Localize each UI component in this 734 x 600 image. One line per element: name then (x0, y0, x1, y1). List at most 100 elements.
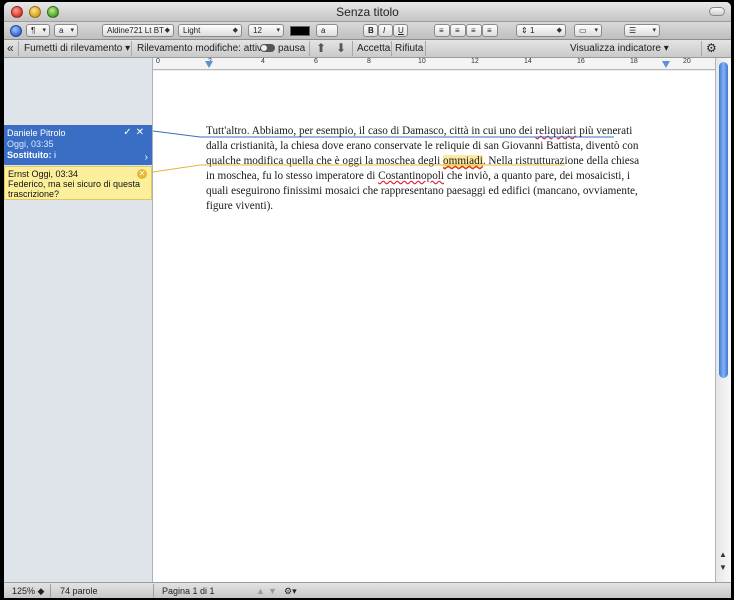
change-value: i (54, 150, 57, 160)
toolbar-divider (131, 41, 132, 56)
comment-author-time: Ernst Oggi, 03:34 (8, 169, 79, 179)
word-count[interactable]: 74 parole (60, 586, 98, 596)
change-time: Oggi, 03:35 (7, 139, 54, 149)
bullet-list-icon: ☰ (629, 26, 637, 35)
underline-button[interactable]: U (393, 24, 408, 37)
font-family-value: Aldine721 Lt BT (107, 26, 164, 35)
page-info: Pagina 1 di 1 (162, 586, 215, 596)
next-change-icon[interactable]: ⬇ (336, 41, 346, 55)
change-detail: Sostituito: i (7, 150, 149, 161)
word-window: Senza titolo ¶ ▾ a ▾ Aldine721 Lt BT ◆ Ligh… (4, 2, 731, 598)
balloons-menu[interactable]: Fumetti di rilevamento ▾ (24, 43, 130, 54)
accept-button[interactable]: Accetta (357, 43, 390, 54)
chevron-down-icon: ▾ (42, 27, 46, 34)
comment-balloon[interactable]: Ernst Oggi, 03:34 Federico, ma sei sicur… (4, 166, 152, 200)
text-color-swatch[interactable] (290, 26, 310, 36)
font-weight-select[interactable]: Light ◆ (178, 24, 242, 37)
scroll-down-icon[interactable]: ▼ (719, 563, 727, 572)
underline-label: U (398, 26, 404, 35)
justify-icon: ≡ (487, 26, 492, 35)
italic-button[interactable]: I (378, 24, 393, 37)
horizontal-ruler[interactable]: 0 2 4 6 8 10 12 14 16 18 20 (153, 58, 715, 70)
formatting-toolbar: ¶ ▾ a ▾ Aldine721 Lt BT ◆ Light ◆ 12 ▾ a B I … (4, 22, 731, 40)
show-markup-menu[interactable]: Visualizza indicatore ▾ (570, 43, 669, 54)
align-left-icon: ≡ (439, 26, 444, 35)
font-size-select[interactable]: 12 ▾ (248, 24, 284, 37)
page-next-icon[interactable]: ▼ (268, 586, 277, 596)
change-balloon[interactable]: Daniele Pitrolo Oggi, 03:35 Sostituito: … (4, 125, 152, 165)
ruler-label: 8 (367, 58, 371, 65)
align-left-button[interactable]: ≡ (434, 24, 450, 37)
bold-button[interactable]: B (363, 24, 378, 37)
comment-text: Federico, ma sei sicuro di questa trascr… (8, 179, 141, 199)
page-prev-icon[interactable]: ▲ (256, 586, 265, 596)
text-run: Tutt'altro. Abbiamo, per esempio, il cas… (206, 125, 536, 137)
page-nav-gear-icon[interactable]: ⚙▾ (284, 586, 297, 597)
status-divider (153, 584, 154, 598)
borders-button[interactable]: ▭ ▾ (574, 24, 602, 37)
list-button[interactable]: ☰ ▾ (624, 24, 660, 37)
chevron-updown-icon: ◆ (232, 27, 238, 34)
chevron-updown-icon: ◆ (556, 27, 562, 34)
ruler-label: 6 (314, 58, 318, 65)
comment-close-icon[interactable]: ✕ (137, 169, 147, 179)
line-spacing-value: 1 (529, 26, 535, 35)
ruler-label: 12 (471, 58, 479, 65)
justify-button[interactable]: ≡ (482, 24, 498, 37)
align-right-button[interactable]: ≡ (466, 24, 482, 37)
character-style-select[interactable]: a ▾ (54, 24, 78, 37)
pause-label: pausa (278, 43, 306, 54)
font-family-select[interactable]: Aldine721 Lt BT ◆ (102, 24, 174, 37)
toolbar-divider (309, 41, 310, 56)
document-page[interactable]: Tutt'altro. Abbiamo, per esempio, il cas… (153, 71, 715, 582)
vertical-scrollbar[interactable]: ▲ ▼ (715, 58, 731, 582)
ruler-label: 4 (261, 58, 265, 65)
toggle-switch-icon (260, 44, 275, 52)
ruler-label: 20 (683, 58, 691, 65)
gear-icon[interactable]: ⚙ (706, 41, 717, 55)
balloon-actions: ✓✕ (123, 127, 148, 138)
scroll-thumb[interactable] (719, 62, 728, 378)
line-spacing-select[interactable]: ⇕ 1 ◆ (516, 24, 566, 37)
paragraph-style-select[interactable]: ¶ ▾ (26, 24, 50, 37)
toolbar-toggle-pill[interactable] (709, 7, 725, 16)
line-spacing-icon: ⇕ (521, 26, 530, 35)
ruler-label: 16 (577, 58, 585, 65)
align-center-icon: ≡ (455, 26, 460, 35)
navigation-icon[interactable] (10, 25, 22, 37)
spelling-error-word[interactable]: reliquiari (535, 125, 576, 137)
paragraph-style-value: ¶ (31, 26, 36, 35)
scroll-up-icon[interactable]: ▲ (719, 550, 727, 559)
font-weight-value: Light (183, 26, 201, 35)
commented-word[interactable]: ommiadi (443, 155, 483, 168)
character-style-value: a (59, 26, 64, 35)
ruler-label: 10 (418, 58, 426, 65)
reject-x-icon[interactable]: ✕ (136, 127, 148, 138)
status-bar: 125% ◆ 74 parole Pagina 1 di 1 ▲ ▼ ⚙▾ (4, 582, 731, 598)
pause-toggle[interactable]: pausa (260, 43, 305, 54)
reject-button[interactable]: Rifiuta (395, 43, 423, 54)
toolbar-divider (391, 41, 392, 56)
document-paragraph[interactable]: Tutt'altro. Abbiamo, per esempio, il cas… (206, 124, 644, 214)
align-center-button[interactable]: ≡ (450, 24, 466, 37)
change-label: Sostituito: (7, 150, 52, 160)
accept-check-icon[interactable]: ✓ (123, 127, 135, 138)
left-indent-marker[interactable] (205, 61, 213, 68)
back-chevrons-icon[interactable]: « (7, 41, 14, 55)
chevron-down-icon: ▾ (652, 27, 656, 34)
zoom-select[interactable]: 125% ◆ (12, 586, 44, 597)
toolbar-divider (701, 41, 702, 56)
chevron-down-icon: ▾ (70, 27, 74, 34)
toolbar-divider (352, 41, 353, 56)
highlight-label: a (321, 26, 326, 35)
ruler-label: 14 (524, 58, 532, 65)
toolbar-divider (18, 41, 19, 56)
highlight-button[interactable]: a (316, 24, 338, 37)
chevron-down-icon: ▾ (594, 27, 598, 34)
expand-chevron-icon[interactable]: › (145, 152, 148, 163)
ruler-label: 0 (156, 58, 160, 65)
spelling-error-word[interactable]: Costantinopoli (378, 170, 444, 182)
right-indent-marker[interactable] (662, 61, 670, 68)
borders-icon: ▭ (579, 26, 587, 35)
previous-change-icon[interactable]: ⬆ (316, 41, 326, 55)
